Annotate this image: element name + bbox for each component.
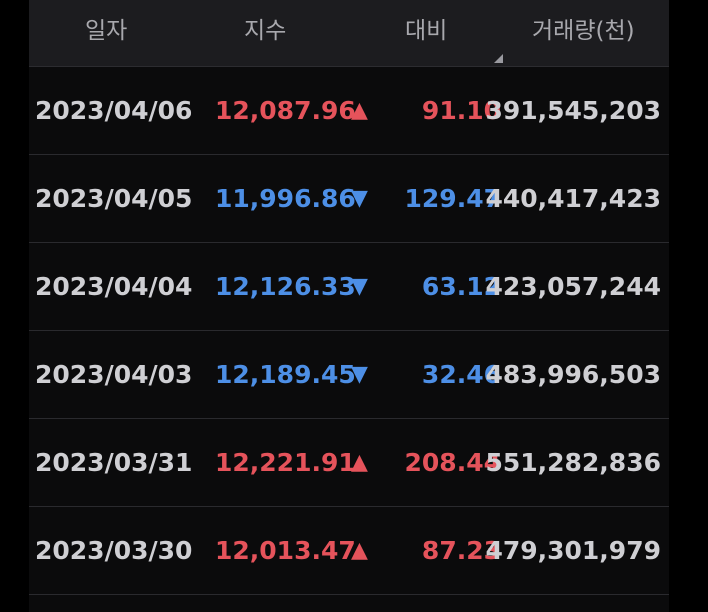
table-row[interactable]: 2023/04/06 12,087.96 ▲ 91.10 391,545,203: [29, 67, 669, 155]
date-cell: 2023/03/30: [35, 536, 193, 565]
date-cell: 2023/04/04: [35, 272, 193, 301]
index-value-cell: 12,126.33: [215, 272, 356, 301]
column-header-index[interactable]: 지수: [244, 14, 286, 48]
up-arrow-icon: ▲: [351, 538, 368, 563]
table-header: 일자 지수 대비 거래량(천): [29, 0, 669, 67]
down-arrow-icon: ▼: [351, 274, 368, 299]
index-value-cell: 12,013.47: [215, 536, 356, 565]
date-cell: 2023/04/03: [35, 360, 193, 389]
up-arrow-icon: ▲: [351, 98, 368, 123]
down-arrow-icon: ▼: [351, 362, 368, 387]
volume-cell: 483,996,503: [485, 360, 661, 389]
index-value-cell: 12,189.45: [215, 360, 356, 389]
table-row[interactable]: 2023/04/03 12,189.45 ▼ 32.46 483,996,503: [29, 331, 669, 419]
table-row[interactable]: 2023/03/31 12,221.91 ▲ 208.44 551,282,83…: [29, 419, 669, 507]
volume-cell: 551,282,836: [485, 448, 661, 477]
column-header-change[interactable]: 대비: [405, 14, 447, 48]
volume-cell: 423,057,244: [485, 272, 661, 301]
table-row[interactable]: 2023/03/30 12,013.47 ▲ 87.23 479,301,979: [29, 507, 669, 595]
table-row[interactable]: 2023/04/05 11,996.86 ▼ 129.47 440,417,42…: [29, 155, 669, 243]
up-arrow-icon: ▲: [351, 450, 368, 475]
date-cell: 2023/03/31: [35, 448, 193, 477]
column-header-date[interactable]: 일자: [85, 14, 127, 48]
table-row[interactable]: 2023/04/04 12,126.33 ▼ 63.12 423,057,244: [29, 243, 669, 331]
down-arrow-icon: ▼: [351, 186, 368, 211]
column-header-volume[interactable]: 거래량(천): [532, 14, 635, 48]
index-value-cell: 12,221.91: [215, 448, 356, 477]
date-cell: 2023/04/06: [35, 96, 193, 125]
index-value-cell: 12,087.96: [215, 96, 356, 125]
index-value-cell: 11,996.86: [215, 184, 356, 213]
index-history-table: 일자 지수 대비 거래량(천) 2023/04/06 12,087.96 ▲ 9…: [29, 0, 669, 612]
volume-cell: 479,301,979: [485, 536, 661, 565]
volume-cell: 391,545,203: [485, 96, 661, 125]
volume-cell: 440,417,423: [485, 184, 661, 213]
date-cell: 2023/04/05: [35, 184, 193, 213]
sort-indicator-icon: [494, 54, 503, 63]
